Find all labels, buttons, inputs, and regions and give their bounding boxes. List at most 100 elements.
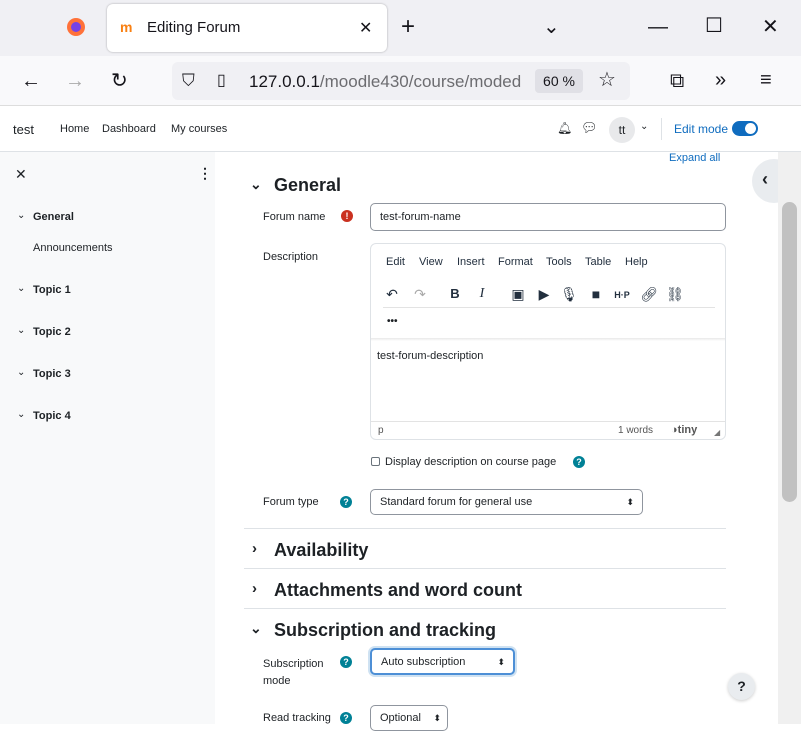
zoom-level[interactable]: 60 % xyxy=(535,69,583,93)
messages-icon[interactable]: 💬︎ xyxy=(581,120,598,136)
bold-icon[interactable]: B xyxy=(446,286,464,301)
tiny-logo-icon: ◑tiny xyxy=(671,424,698,436)
avatar[interactable]: tt xyxy=(609,117,635,143)
resize-handle-icon[interactable]: ◢ xyxy=(714,428,720,437)
section-divider xyxy=(244,528,726,529)
page-info-icon[interactable]: ▯ xyxy=(217,71,226,91)
italic-icon[interactable]: I xyxy=(473,286,491,302)
firefox-icon[interactable] xyxy=(66,17,86,41)
editor-menu-table[interactable]: Table xyxy=(585,256,611,268)
chevron-down-icon[interactable]: ⌄ xyxy=(17,367,25,378)
more-tools-icon[interactable]: ••• xyxy=(387,316,398,327)
drawer-options-icon[interactable]: ⋮ xyxy=(198,165,212,182)
section-general-title[interactable]: General xyxy=(274,175,341,196)
forum-type-select[interactable]: Standard forum for general use ⬍ xyxy=(370,489,643,515)
maximize-icon[interactable]: ☐ xyxy=(705,16,723,36)
nav-dashboard[interactable]: Dashboard xyxy=(102,123,156,135)
overflow-chevrons-icon[interactable]: » xyxy=(715,70,726,90)
editor-menu-view[interactable]: View xyxy=(419,256,443,268)
chevron-down-icon[interactable]: ⌄ xyxy=(250,620,262,637)
user-menu-chevron-icon[interactable]: ⌄ xyxy=(640,121,648,132)
chevron-right-icon[interactable]: › xyxy=(252,580,257,597)
editor-content-text[interactable]: test-forum-description xyxy=(377,350,483,362)
drawer-section-topic-2[interactable]: Topic 2 xyxy=(33,326,71,338)
edit-mode-toggle[interactable] xyxy=(732,121,758,136)
divider xyxy=(661,118,662,140)
editor-menu-tools[interactable]: Tools xyxy=(546,256,572,268)
close-tab-icon[interactable]: ✕ xyxy=(359,18,372,38)
section-attachments-title[interactable]: Attachments and word count xyxy=(274,580,522,601)
forum-name-input[interactable]: test-forum-name xyxy=(370,203,726,231)
shield-icon[interactable]: ⛉ xyxy=(182,71,195,91)
close-window-icon[interactable]: ✕ xyxy=(762,17,779,37)
help-icon[interactable]: ? xyxy=(573,456,585,468)
drawer-section-topic-1[interactable]: Topic 1 xyxy=(33,284,71,296)
expand-all-link[interactable]: Expand all xyxy=(669,152,720,164)
nav-my-courses[interactable]: My courses xyxy=(171,123,227,135)
redo-icon[interactable]: ↷ xyxy=(411,286,429,303)
chevron-down-icon[interactable]: ⌄ xyxy=(250,176,262,193)
forum-type-value: Standard forum for general use xyxy=(380,496,533,508)
scrollbar-thumb[interactable] xyxy=(782,202,797,502)
help-button[interactable]: ? xyxy=(728,673,755,700)
chevron-down-icon[interactable]: ⌄ xyxy=(17,325,25,336)
editor-menu-edit[interactable]: Edit xyxy=(386,256,405,268)
bookmark-star-icon[interactable]: ☆ xyxy=(598,70,616,90)
drawer-section-general[interactable]: General xyxy=(33,211,74,223)
section-subscription-title[interactable]: Subscription and tracking xyxy=(274,620,496,641)
display-description-checkbox[interactable] xyxy=(371,457,380,466)
display-description-label[interactable]: Display description on course page xyxy=(385,456,556,468)
subscription-mode-select[interactable]: Auto subscription ⬍ xyxy=(370,648,515,675)
tab-list-chevron-icon[interactable]: ⌄ xyxy=(543,17,560,37)
chevron-down-icon[interactable]: ⌄ xyxy=(17,210,25,221)
image-icon[interactable]: ▣ xyxy=(509,286,527,303)
site-name[interactable]: test xyxy=(13,122,34,137)
microphone-icon[interactable]: 🎙︎ xyxy=(560,286,578,303)
chevron-down-icon[interactable]: ⌄ xyxy=(17,409,25,420)
read-tracking-select[interactable]: Optional ⬍ xyxy=(370,705,448,731)
description-label: Description xyxy=(263,251,319,263)
scrollbar[interactable] xyxy=(778,152,801,724)
url-text[interactable]: 127.0.0.1/moodle430/course/moded xyxy=(249,72,529,92)
forward-icon[interactable]: → xyxy=(65,71,85,91)
word-count[interactable]: 1 words xyxy=(618,425,653,436)
chevron-down-icon[interactable]: ⌄ xyxy=(17,283,25,294)
forum-type-label: Forum type xyxy=(263,496,319,508)
drawer-item-announcements[interactable]: Announcements xyxy=(33,242,113,254)
hamburger-menu-icon[interactable]: ≡ xyxy=(760,70,772,90)
editor-menu-format[interactable]: Format xyxy=(498,256,533,268)
extensions-icon[interactable]: ⧉ xyxy=(670,71,684,91)
back-icon[interactable]: ← xyxy=(21,71,41,91)
tab-title: Editing Forum xyxy=(147,19,241,36)
drawer-section-topic-4[interactable]: Topic 4 xyxy=(33,410,71,422)
help-icon[interactable]: ? xyxy=(340,656,352,668)
unlink-icon[interactable]: ⛓︎ xyxy=(666,286,684,303)
editor-menu-insert[interactable]: Insert xyxy=(457,256,485,268)
chevron-right-icon[interactable]: › xyxy=(252,540,257,557)
tiny-brand: tiny xyxy=(677,424,698,436)
reload-icon[interactable]: ↻ xyxy=(111,71,128,91)
drawer-section-topic-3[interactable]: Topic 3 xyxy=(33,368,71,380)
help-icon[interactable]: ? xyxy=(340,496,352,508)
editor-path: p xyxy=(378,425,384,436)
media-icon[interactable]: ▶ xyxy=(535,286,553,303)
nav-home[interactable]: Home xyxy=(60,123,89,135)
url-bar[interactable]: ⛉ ▯ 127.0.0.1/moodle430/course/moded 60 … xyxy=(172,62,630,100)
editor-menu-help[interactable]: Help xyxy=(625,256,648,268)
undo-icon[interactable]: ↶ xyxy=(383,286,401,303)
h5p-icon[interactable]: H·P xyxy=(613,286,631,304)
link-icon[interactable]: 🔗︎ xyxy=(640,286,658,303)
help-icon[interactable]: ? xyxy=(340,712,352,724)
notifications-bell-icon[interactable]: 🔔︎ xyxy=(557,121,572,135)
course-index-drawer: ✕ ⋮ ⌄ General Announcements ⌄ Topic 1 ⌄ … xyxy=(0,152,215,724)
active-tab[interactable]: m Editing Forum ✕ xyxy=(107,4,387,52)
close-drawer-icon[interactable]: ✕ xyxy=(15,166,27,183)
minimize-icon[interactable]: — xyxy=(648,17,668,37)
select-arrows-icon: ⬍ xyxy=(497,657,505,667)
section-availability-title[interactable]: Availability xyxy=(274,540,368,561)
read-tracking-label: Read tracking xyxy=(263,712,331,724)
edit-mode-label: Edit mode xyxy=(674,122,729,136)
video-camera-icon[interactable]: ■ xyxy=(587,286,605,302)
new-tab-icon[interactable]: + xyxy=(401,15,415,39)
description-editor[interactable]: Edit View Insert Format Tools Table Help… xyxy=(370,243,726,440)
